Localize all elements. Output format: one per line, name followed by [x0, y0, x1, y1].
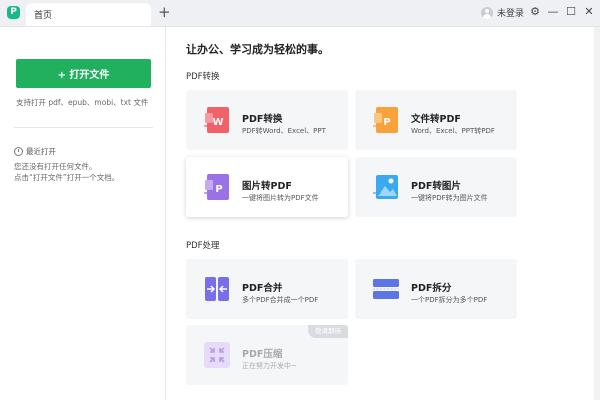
card-title: PDF转换: [242, 114, 283, 125]
sidebar: + 打开文件 支持打开 pdf、epub、mobi、txt 文件 最近打开 您还…: [0, 27, 166, 400]
card-title: 图片转PDF: [242, 181, 292, 192]
card-title: 文件转PDF: [411, 114, 461, 125]
card-subtitle: PDF转Word、Excel、PPT: [242, 127, 326, 135]
image-to-pdf-icon: P: [204, 174, 229, 200]
app-logo-icon: P: [7, 6, 20, 19]
settings-gear-icon[interactable]: ⚙: [528, 5, 542, 19]
card-title: PDF合并: [242, 283, 283, 294]
pdf-to-word-icon: W: [204, 107, 229, 133]
user-status-label: 未登录: [497, 9, 525, 19]
supported-formats-text: 支持打开 pdf、epub、mobi、txt 文件: [16, 98, 149, 107]
pdf-merge-icon: [205, 277, 229, 301]
pdf-to-image-icon: [373, 175, 398, 199]
card-pdf-to-image[interactable]: PDF转图片 一键将PDF转为图片文件: [355, 157, 517, 217]
card-subtitle: 一个PDF拆分为多个PDF: [411, 296, 488, 304]
card-pdf-convert[interactable]: W PDF转换 PDF转Word、Excel、PPT: [186, 90, 348, 150]
file-to-pdf-icon: P: [373, 107, 398, 133]
recent-empty-message: 您还没有打开任何文件。 点击“打开文件”打开一个文档。: [14, 161, 119, 183]
page-headline: 让办公、学习成为轻松的事。: [186, 43, 329, 56]
card-title: PDF转图片: [411, 181, 461, 192]
avatar-icon: [481, 6, 493, 19]
card-subtitle: 多个PDF合并成一个PDF: [242, 296, 319, 304]
card-pdf-compress: 敬请期待 PDF压缩 正在努力开发中~: [186, 325, 348, 385]
card-title: PDF压缩: [242, 349, 283, 360]
card-title: PDF拆分: [411, 283, 452, 294]
pdf-split-icon: [373, 279, 399, 299]
empty-line-2: 点击“打开文件”打开一个文档。: [14, 173, 120, 182]
clock-icon: [14, 147, 23, 156]
recent-label: 最近打开: [26, 147, 56, 156]
vertical-scrollbar[interactable]: [594, 27, 600, 400]
add-tab-button[interactable]: +: [158, 3, 171, 21]
section-title-convert: PDF转换: [186, 72, 220, 82]
svg-text:P: P: [215, 184, 222, 195]
card-subtitle: 一键将PDF转为图片文件: [411, 194, 488, 202]
card-subtitle: Word、Excel、PPT转PDF: [411, 127, 495, 135]
tab-home-label: 首页: [34, 11, 53, 21]
empty-line-1: 您还没有打开任何文件。: [14, 162, 97, 171]
close-button[interactable]: ✕: [582, 5, 596, 19]
main-panel: 让办公、学习成为轻松的事。 PDF转换 W PDF转换 PDF转Word、Exc…: [166, 27, 600, 400]
coming-soon-badge: 敬请期待: [308, 325, 348, 338]
open-file-button[interactable]: + 打开文件: [16, 59, 151, 88]
card-image-to-pdf[interactable]: P 图片转PDF 一键将图片转为PDF文件: [186, 157, 348, 217]
card-subtitle: 一键将图片转为PDF文件: [242, 194, 319, 202]
section-title-process: PDF处理: [186, 241, 220, 251]
pdf-compress-icon: [204, 342, 230, 368]
maximize-button[interactable]: ☐: [564, 5, 578, 19]
recent-files-header: 最近打开: [14, 146, 56, 157]
card-pdf-merge[interactable]: PDF合并 多个PDF合并成一个PDF: [186, 259, 348, 319]
card-file-to-pdf[interactable]: P 文件转PDF Word、Excel、PPT转PDF: [355, 90, 517, 150]
sidebar-divider: [14, 127, 153, 128]
svg-text:P: P: [383, 117, 390, 128]
user-login-button[interactable]: 未登录: [481, 6, 524, 19]
svg-text:W: W: [212, 117, 223, 128]
minimize-button[interactable]: —: [546, 5, 560, 19]
title-bar: P 首页 + 未登录 ⚙ — ☐ ✕: [0, 0, 600, 27]
card-pdf-split[interactable]: PDF拆分 一个PDF拆分为多个PDF: [355, 259, 517, 319]
card-subtitle: 正在努力开发中~: [242, 362, 297, 370]
tab-home[interactable]: 首页: [26, 3, 151, 26]
